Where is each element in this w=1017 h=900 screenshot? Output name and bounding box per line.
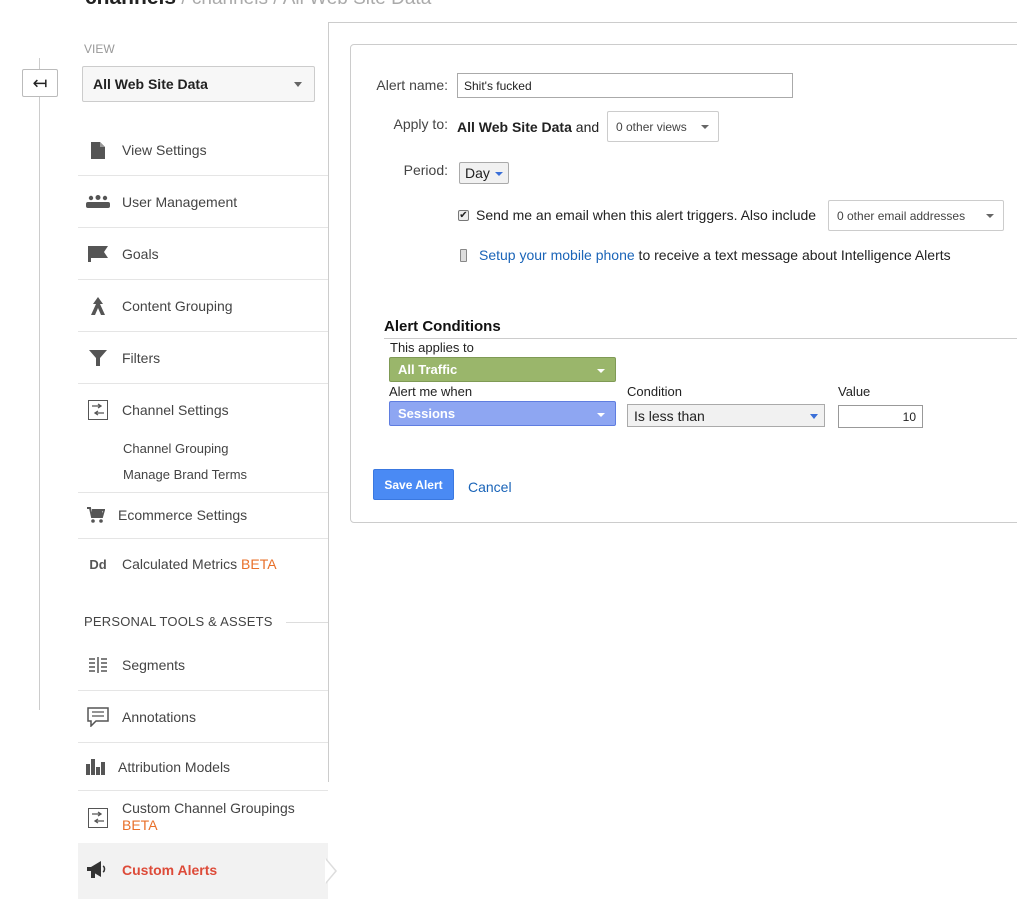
channel-icon bbox=[78, 400, 118, 420]
section-heading-personal-tools: PERSONAL TOOLS & ASSETS bbox=[84, 614, 273, 629]
chevron-down-icon bbox=[597, 413, 605, 417]
sidebar-item-content-grouping[interactable]: Content Grouping bbox=[78, 294, 328, 318]
chevron-down-icon bbox=[810, 414, 818, 419]
alert-name-input[interactable] bbox=[457, 73, 793, 98]
applies-to-dropdown[interactable]: All Traffic bbox=[389, 357, 616, 382]
sidebar-item-label: Content Grouping bbox=[122, 298, 233, 314]
cart-icon bbox=[78, 506, 114, 524]
alert-name-label: Alert name: bbox=[376, 77, 448, 93]
email-checkbox[interactable]: ✔ bbox=[458, 210, 469, 221]
chevron-down-icon bbox=[986, 214, 994, 218]
other-views-dropdown[interactable]: 0 other views bbox=[607, 111, 719, 142]
dd-icon: Dd bbox=[89, 556, 107, 572]
divider bbox=[78, 227, 328, 228]
sidebar-item-segments[interactable]: Segments bbox=[78, 653, 328, 677]
back-arrow-icon: ↤ bbox=[32, 72, 48, 93]
period-dropdown[interactable]: Day bbox=[459, 162, 509, 184]
sidebar-subitem-channel-grouping[interactable]: Channel Grouping bbox=[123, 441, 229, 456]
sidebar-item-label: Annotations bbox=[122, 709, 196, 725]
sidebar-item-label: Custom Alerts bbox=[122, 862, 218, 878]
sidebar-item-label: View Settings bbox=[122, 142, 207, 158]
sidebar-item-label: Filters bbox=[122, 350, 161, 366]
other-emails-dropdown[interactable]: 0 other email addresses bbox=[828, 200, 1004, 231]
condition-dropdown[interactable]: Is less than bbox=[627, 404, 825, 427]
sidebar-item-channel-settings[interactable]: Channel Settings bbox=[78, 398, 328, 422]
alert-me-when-label: Alert me when bbox=[389, 384, 473, 399]
annotation-icon bbox=[78, 707, 118, 727]
page-title: channels / channels / All Web Site Data bbox=[85, 0, 431, 10]
grouping-icon bbox=[78, 297, 118, 315]
sidebar-divider bbox=[328, 22, 329, 782]
divider bbox=[78, 383, 328, 384]
divider bbox=[78, 175, 328, 176]
sidebar-item-user-management[interactable]: User Management bbox=[78, 190, 328, 214]
applies-to-label: This applies to bbox=[390, 340, 474, 355]
divider bbox=[78, 742, 328, 743]
sidebar-item-label: Channel Settings bbox=[122, 402, 229, 418]
filter-icon bbox=[78, 350, 118, 366]
save-alert-button[interactable]: Save Alert bbox=[373, 469, 454, 500]
sidebar-subitem-manage-brand-terms[interactable]: Manage Brand Terms bbox=[123, 467, 247, 482]
sidebar-item-label: Calculated Metrics bbox=[122, 556, 238, 572]
divider bbox=[78, 538, 328, 539]
chevron-down-icon bbox=[495, 172, 503, 176]
metric-dropdown[interactable]: Sessions bbox=[389, 401, 616, 426]
sidebar-item-view-settings[interactable]: View Settings bbox=[78, 138, 328, 162]
back-arrow-button[interactable]: ↤ bbox=[22, 69, 58, 97]
alert-conditions-title: Alert Conditions bbox=[384, 318, 501, 335]
sidebar-item-goals[interactable]: Goals bbox=[78, 242, 328, 266]
email-option-text: Send me an email when this alert trigger… bbox=[476, 207, 817, 223]
sidebar-item-label: User Management bbox=[122, 194, 238, 210]
sidebar-item-ecommerce-settings[interactable]: Ecommerce Settings bbox=[78, 503, 328, 527]
sidebar-item-label: Segments bbox=[122, 657, 186, 673]
apply-to-view: All Web Site Data bbox=[457, 119, 572, 135]
apply-to-label: Apply to: bbox=[393, 116, 448, 132]
left-rail-line bbox=[39, 58, 40, 710]
divider bbox=[78, 790, 328, 791]
sidebar-item-label: Ecommerce Settings bbox=[118, 507, 248, 523]
divider bbox=[78, 279, 328, 280]
header-divider bbox=[328, 22, 1017, 23]
view-selector[interactable]: All Web Site Data bbox=[82, 66, 315, 102]
flag-icon bbox=[78, 246, 118, 262]
mobile-setup-text: Setup your mobile phone to receive a tex… bbox=[479, 247, 951, 263]
period-label: Period: bbox=[403, 162, 448, 178]
sidebar-item-calculated-metrics[interactable]: Dd Calculated Metrics BETA bbox=[78, 552, 328, 576]
chevron-down-icon bbox=[294, 82, 302, 87]
sidebar-item-filters[interactable]: Filters bbox=[78, 346, 328, 370]
breadcrumb: / channels / All Web Site Data bbox=[176, 0, 431, 9]
beta-badge: BETA bbox=[122, 817, 158, 833]
sidebar-item-label: Attribution Models bbox=[118, 759, 231, 775]
megaphone-icon bbox=[78, 861, 118, 879]
bars-icon bbox=[78, 759, 114, 775]
users-icon bbox=[78, 195, 118, 209]
phone-icon bbox=[460, 249, 467, 262]
value-input[interactable] bbox=[838, 405, 923, 428]
sidebar-item-label: Custom Channel Groupings bbox=[122, 800, 295, 816]
view-selector-value: All Web Site Data bbox=[93, 76, 208, 92]
setup-mobile-link[interactable]: Setup your mobile phone bbox=[479, 247, 635, 263]
condition-label: Condition bbox=[627, 384, 682, 399]
view-label: VIEW bbox=[84, 42, 115, 56]
channel-icon bbox=[78, 808, 118, 828]
segments-icon bbox=[78, 657, 118, 673]
sidebar-item-custom-channel-groupings[interactable]: Custom Channel Groupings BETA bbox=[78, 800, 328, 836]
sidebar-item-label: Goals bbox=[122, 246, 159, 262]
chevron-down-icon bbox=[597, 369, 605, 373]
document-icon bbox=[78, 141, 118, 159]
value-label: Value bbox=[838, 384, 871, 399]
cancel-link[interactable]: Cancel bbox=[468, 479, 512, 495]
divider bbox=[286, 622, 328, 623]
divider bbox=[78, 690, 328, 691]
beta-badge: BETA bbox=[241, 556, 277, 572]
sidebar-item-annotations[interactable]: Annotations bbox=[78, 705, 328, 729]
chevron-down-icon bbox=[701, 125, 709, 129]
divider bbox=[78, 492, 328, 493]
apply-to-text: All Web Site Data and bbox=[457, 119, 600, 135]
sidebar-item-custom-alerts[interactable]: Custom Alerts bbox=[78, 858, 328, 882]
sidebar-item-attribution-models[interactable]: Attribution Models bbox=[78, 755, 328, 779]
divider bbox=[384, 338, 1017, 339]
divider bbox=[78, 331, 328, 332]
